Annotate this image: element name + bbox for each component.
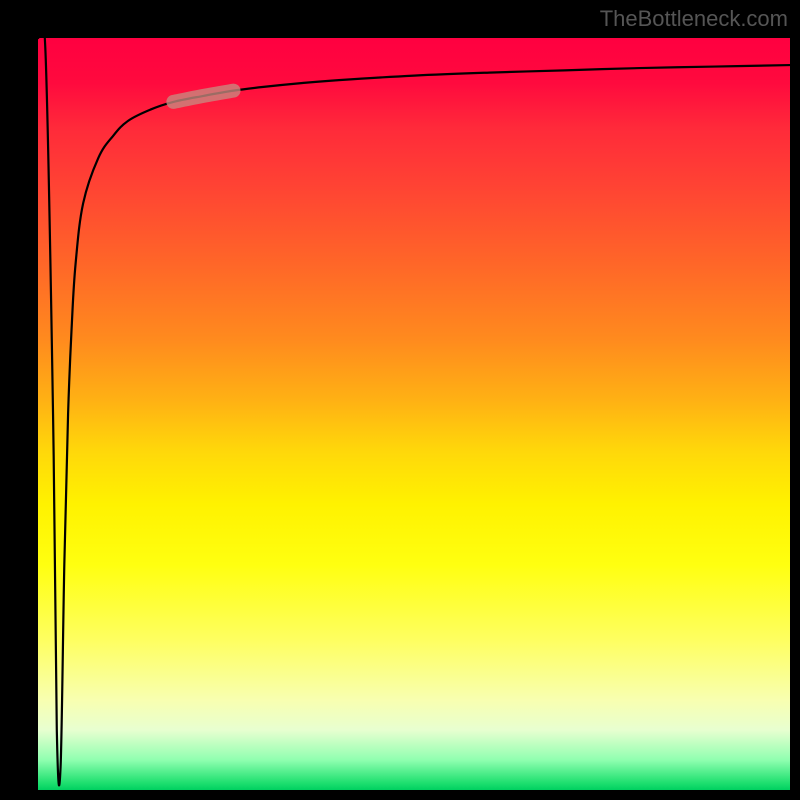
bottleneck-curve — [38, 38, 790, 785]
plot-area — [38, 38, 790, 790]
attribution-text: TheBottleneck.com — [600, 6, 788, 32]
curve-svg — [38, 38, 790, 790]
highlight-segment — [173, 91, 233, 102]
